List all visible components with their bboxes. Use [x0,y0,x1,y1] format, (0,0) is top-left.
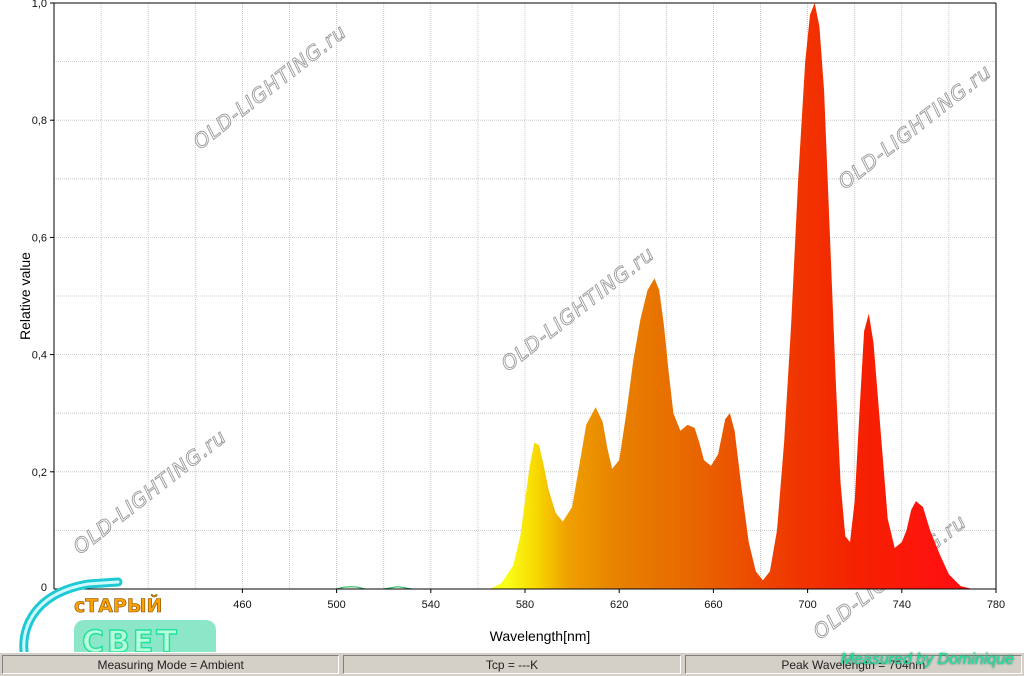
x-tick-label: 780 [987,599,1005,611]
credit-text: Measured by Dominique [840,651,1014,668]
watermark-text: OLD-LIGHTING.ru [833,59,996,194]
y-axis-label: Relative value [17,252,33,340]
x-tick-label: 500 [327,599,345,611]
y-tick-label: 0,2 [32,467,47,479]
x-tick-label: 460 [233,599,251,611]
watermark-text: OLD-LIGHTING.ru [68,424,231,559]
axes [50,2,997,593]
spectrum-chart: OLD-LIGHTING.ru OLD-LIGHTING.ru OLD-LIGHTI… [17,0,1005,644]
y-tick-label: 0,6 [32,232,47,244]
x-tick-label: 620 [610,599,628,611]
plot-area [336,3,973,590]
y-tick-label: 0,4 [32,350,47,362]
status-tcp: Tcp = ---K [343,655,681,674]
logo-text-top: сТАРЫЙ [74,594,162,617]
status-measuring-mode: Measuring Mode = Ambient [2,655,340,674]
x-tick-label: 660 [704,599,722,611]
x-axis-label: Wavelength[nm] [490,628,591,644]
x-tick-label: 740 [893,599,911,611]
x-tick-label: 540 [422,599,440,611]
x-tick-label: 580 [516,599,534,611]
x-tick-label: 700 [798,599,816,611]
y-tick-label: 0,8 [32,115,47,127]
watermark-text: OLD-LIGHTING.ru [188,19,351,154]
logo: сТАРЫЙ СВЕТ [19,577,216,664]
y-tick-label: 1,0 [32,0,47,10]
